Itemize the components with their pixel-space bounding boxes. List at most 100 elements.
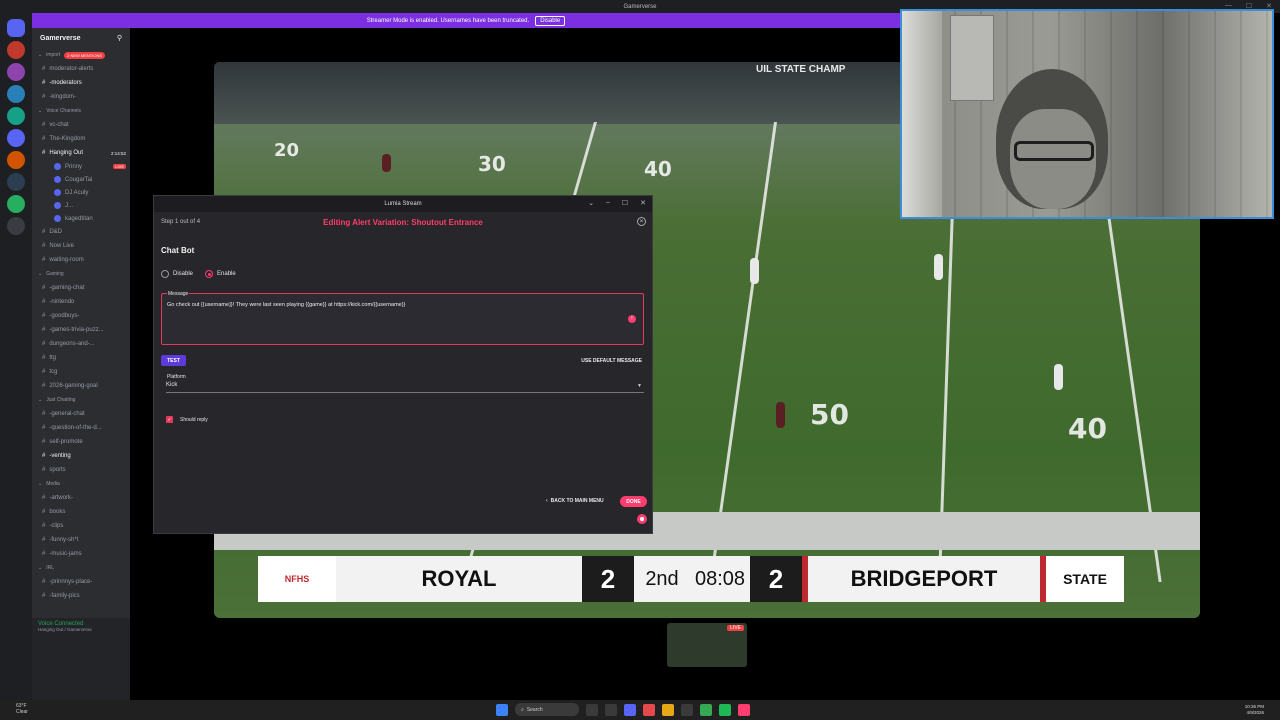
taskbar-search[interactable]: ⌕ Search — [515, 703, 579, 716]
channel-item[interactable]: # -venting — [36, 449, 126, 463]
channel-item[interactable]: # -clips — [36, 519, 126, 533]
server-icon[interactable] — [7, 85, 25, 103]
channel-item[interactable]: # -general-chat — [36, 407, 126, 421]
back-to-main-menu-button[interactable]: ‹ BACK TO MAIN MENU — [546, 496, 604, 506]
channel-item[interactable]: # -prinnnys-place- — [36, 575, 126, 589]
voice-user[interactable]: J... — [36, 199, 126, 212]
lumia-icon[interactable] — [738, 703, 750, 716]
nfhs-logo-icon: NFHS — [258, 556, 336, 602]
row-label: Prinny — [65, 163, 83, 170]
server-icon[interactable] — [7, 63, 25, 81]
app-icon[interactable] — [605, 703, 617, 716]
folder-icon[interactable] — [662, 703, 674, 716]
channel-category[interactable]: ⌄ IRL — [36, 561, 126, 575]
test-button[interactable]: TEST — [161, 355, 186, 366]
channel-item[interactable]: # vc-chat — [36, 118, 126, 132]
channel-item[interactable]: # tcg — [36, 365, 126, 379]
row-label: -moderators — [49, 80, 82, 86]
app-icon[interactable] — [681, 703, 693, 716]
maximize-icon[interactable]: ☐ — [622, 199, 628, 207]
channel-item[interactable]: # ttg — [36, 351, 126, 365]
channel-category[interactable]: ⌄ Gaming — [36, 267, 126, 281]
editor-header: Step 1 out of 4 Editing Alert Variation:… — [154, 212, 652, 232]
done-button[interactable]: DONE — [620, 496, 647, 507]
message-input[interactable]: Go check out {{username}}! They were las… — [167, 302, 405, 308]
voice-user[interactable]: Prinny LIVE — [36, 160, 126, 173]
server-icon[interactable] — [7, 107, 25, 125]
channel-item[interactable]: # The-Kingdom — [36, 132, 126, 146]
disable-streamer-mode-button[interactable]: Disable — [535, 15, 566, 26]
channel-item[interactable]: # dungeons-and-... — [36, 337, 126, 351]
channel-hash-icon: # — [42, 327, 46, 333]
spotify-icon[interactable] — [719, 703, 731, 716]
row-label: ttg — [49, 355, 57, 361]
clock[interactable]: 10:36 PM 4/9/2026 — [1245, 704, 1264, 716]
channel-category[interactable]: ⌄ Just Chatting — [36, 393, 126, 407]
channel-hash-icon: # — [42, 509, 46, 515]
row-label: sports — [49, 467, 66, 473]
channel-category[interactable]: ⌄ Media — [36, 477, 126, 491]
row-label: -music-jams — [49, 551, 82, 557]
away-team: BRIDGEPORT — [808, 556, 1040, 602]
channel-category[interactable]: ⌄ Voice Channels — [36, 104, 126, 118]
app-icon[interactable] — [586, 703, 598, 716]
server-icon[interactable] — [7, 129, 25, 147]
voice-user[interactable]: kagedtitan — [36, 212, 126, 225]
disable-radio[interactable] — [161, 270, 169, 278]
channel-item[interactable]: # Hanging Out 2:14:52 — [36, 146, 126, 160]
close-icon[interactable]: × — [637, 217, 646, 226]
chevron-down-icon[interactable]: ⌄ — [588, 199, 594, 207]
voice-user[interactable]: DJ Aculy — [36, 186, 126, 199]
channel-item[interactable]: # -kingdom- — [36, 90, 126, 104]
channel-item[interactable]: # -nintendo — [36, 295, 126, 309]
should-reply-checkbox[interactable]: ✓ — [166, 416, 173, 423]
channel-item[interactable]: # -gaming-chat — [36, 281, 126, 295]
server-icon[interactable] — [7, 195, 25, 213]
channel-item[interactable]: # moderator-alerts — [36, 62, 126, 76]
channel-item[interactable]: # -games-trivia-puzz... — [36, 323, 126, 337]
server-header[interactable]: Gamerverse ⚲ — [32, 28, 130, 48]
add-server-icon[interactable] — [7, 217, 25, 235]
mentions-badge[interactable]: 2 NEW MENTIONS — [64, 51, 105, 59]
minimize-icon[interactable]: – — [606, 199, 610, 207]
server-icon[interactable] — [7, 41, 25, 59]
app-icon[interactable] — [643, 703, 655, 716]
enable-radio[interactable] — [205, 270, 214, 278]
banner-text: Streamer Mode is enabled. Usernames have… — [366, 17, 530, 24]
home-icon[interactable] — [7, 19, 25, 37]
channel-item[interactable]: # books — [36, 505, 126, 519]
channel-item[interactable]: # -moderators — [36, 76, 126, 90]
stream-preview-thumbnail[interactable]: LIVE — [667, 623, 747, 667]
streamer-mode-banner: Streamer Mode is enabled. Usernames have… — [32, 13, 900, 28]
live-badge: LIVE — [113, 164, 126, 169]
channel-item[interactable]: # Now Live — [36, 239, 126, 253]
record-icon[interactable] — [637, 514, 647, 524]
row-label: D&D — [49, 229, 63, 235]
channel-item[interactable]: # -goodbuys- — [36, 309, 126, 323]
close-icon[interactable]: ✕ — [640, 199, 646, 207]
platform-select[interactable]: Kick ▼ — [166, 382, 644, 393]
channel-item[interactable]: # -artwork- — [36, 491, 126, 505]
live-badge: LIVE — [727, 625, 744, 631]
chrome-icon[interactable] — [700, 703, 712, 716]
channel-item[interactable]: # self-promote — [36, 435, 126, 449]
add-member-icon[interactable]: ⚲ — [117, 34, 122, 42]
channel-item[interactable]: #2026-gaming-goal — [36, 379, 126, 393]
start-icon[interactable] — [496, 703, 508, 716]
message-field[interactable]: Message Go check out {{username}}! They … — [161, 291, 644, 345]
discord-icon[interactable] — [624, 703, 636, 716]
channel-item[interactable]: # -funny-sh*t — [36, 533, 126, 547]
channel-item[interactable]: # -question-of-the-d... — [36, 421, 126, 435]
channel-item[interactable]: # -family-pics — [36, 589, 126, 603]
channel-item[interactable]: # waiting-room — [36, 253, 126, 267]
channel-item[interactable]: # -music-jams — [36, 547, 126, 561]
avatar — [54, 215, 61, 222]
server-icon[interactable] — [7, 173, 25, 191]
voice-user[interactable]: CougarTai — [36, 173, 126, 186]
channel-item[interactable]: # D&D — [36, 225, 126, 239]
server-icon[interactable] — [7, 151, 25, 169]
use-default-message-button[interactable]: USE DEFAULT MESSAGE — [581, 355, 642, 366]
channel-category[interactable]: ⌄ import 2 NEW MENTIONS — [36, 48, 126, 62]
weather-widget[interactable]: 63°F Clear — [16, 703, 28, 715]
channel-item[interactable]: # sports — [36, 463, 126, 477]
